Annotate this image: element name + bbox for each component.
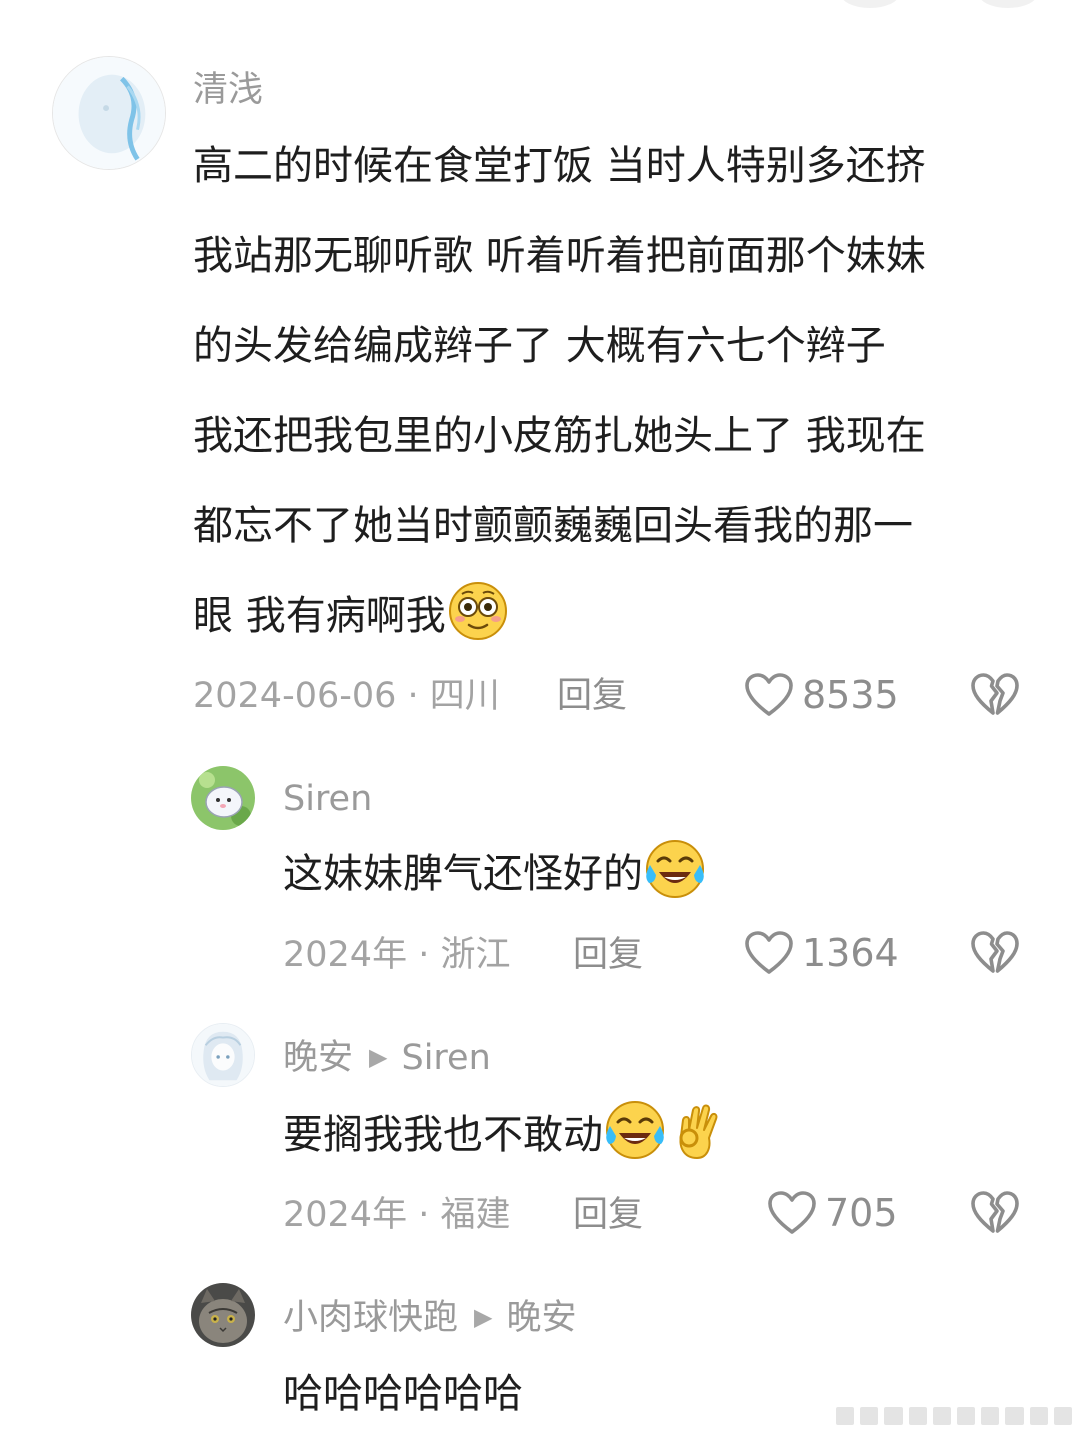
reply-button[interactable]: 回复 xyxy=(557,679,627,714)
dislike-button[interactable] xyxy=(970,1190,1020,1236)
broken-heart-icon xyxy=(970,930,1020,976)
dislike-button[interactable] xyxy=(970,930,1020,976)
flushed-face-emoji xyxy=(448,581,508,641)
username-text[interactable]: 晚安 xyxy=(283,1038,353,1078)
comment-line: 都忘不了她当时颤颤巍巍回头看我的那一 xyxy=(193,503,913,549)
heart-icon xyxy=(744,930,794,976)
comment-text: 这妹妹脾气还怪好的 xyxy=(283,829,705,919)
username[interactable]: Siren xyxy=(283,782,372,817)
username[interactable]: 晚安 ▶ Siren xyxy=(283,1041,491,1076)
comment-text: 高二的时候在食堂打饭 当时人特别多还挤 我站那无聊听歌 听着听着把前面那个妹妹 … xyxy=(193,121,926,661)
reply-arrow-icon: ▶ xyxy=(474,1303,493,1331)
comment-line: 我站那无聊听歌 听着听着把前面那个妹妹 xyxy=(193,233,926,279)
username-text[interactable]: 小肉球快跑 xyxy=(283,1298,458,1338)
comment-line-text: 要搁我我也不敢动 xyxy=(283,1112,603,1158)
top-button-stub[interactable] xyxy=(840,0,900,8)
reply-to-username[interactable]: 晚安 xyxy=(506,1298,576,1338)
ok-hand-emoji xyxy=(667,1100,727,1160)
comment-meta: 2024-06-06 · 四川 xyxy=(193,676,500,716)
comment-meta: 2024年 · 福建 xyxy=(283,1195,511,1235)
avatar[interactable] xyxy=(191,1283,255,1347)
like-count: 1364 xyxy=(802,931,899,975)
avatar[interactable] xyxy=(191,766,255,830)
comment-line: 的头发给编成辫子了 大概有六七个辫子 xyxy=(193,323,886,369)
comment-text: 哈哈哈哈哈哈 xyxy=(283,1349,523,1439)
like-button[interactable]: 1364 xyxy=(744,928,899,978)
dislike-button[interactable] xyxy=(970,672,1020,718)
comment-line: 高二的时候在食堂打饭 当时人特别多还挤 xyxy=(193,143,926,189)
comment-text: 要搁我我也不敢动 xyxy=(283,1090,727,1180)
comment-line-text: 眼 我有病啊我 xyxy=(193,593,446,639)
reply-button[interactable]: 回复 xyxy=(573,1198,643,1233)
comment-line: 我还把我包里的小皮筋扎她头上了 我现在 xyxy=(193,413,926,459)
tears-of-joy-emoji xyxy=(645,839,705,899)
like-count: 705 xyxy=(825,1191,898,1235)
comment-line: 这妹妹脾气还怪好的 xyxy=(283,829,705,919)
username-text[interactable]: 清浅 xyxy=(193,70,263,110)
avatar[interactable] xyxy=(191,1023,255,1087)
reply-to-username[interactable]: Siren xyxy=(401,1038,490,1078)
comment-meta: 2024年 · 浙江 xyxy=(283,935,511,975)
tears-of-joy-emoji xyxy=(605,1100,665,1160)
username-text[interactable]: Siren xyxy=(283,779,372,819)
username[interactable]: 小肉球快跑 ▶ 晚安 xyxy=(283,1301,577,1336)
broken-heart-icon xyxy=(970,672,1020,718)
heart-icon xyxy=(767,1190,817,1236)
comment-line: 要搁我我也不敢动 xyxy=(283,1090,727,1180)
like-button[interactable]: 8535 xyxy=(744,670,899,720)
comment-line-text: 这妹妹脾气还怪好的 xyxy=(283,851,643,897)
heart-icon xyxy=(744,672,794,718)
broken-heart-icon xyxy=(970,1190,1020,1236)
comment-line: 眼 我有病啊我 xyxy=(193,571,926,661)
username[interactable]: 清浅 xyxy=(193,73,263,108)
watermark-strip xyxy=(836,1407,1073,1425)
top-button-stub[interactable] xyxy=(978,0,1038,8)
like-count: 8535 xyxy=(802,673,899,717)
comment-line: 哈哈哈哈哈哈 xyxy=(283,1371,523,1417)
reply-button[interactable]: 回复 xyxy=(573,938,643,973)
like-button[interactable]: 705 xyxy=(767,1188,898,1238)
avatar[interactable] xyxy=(52,56,166,170)
reply-arrow-icon: ▶ xyxy=(369,1043,388,1071)
